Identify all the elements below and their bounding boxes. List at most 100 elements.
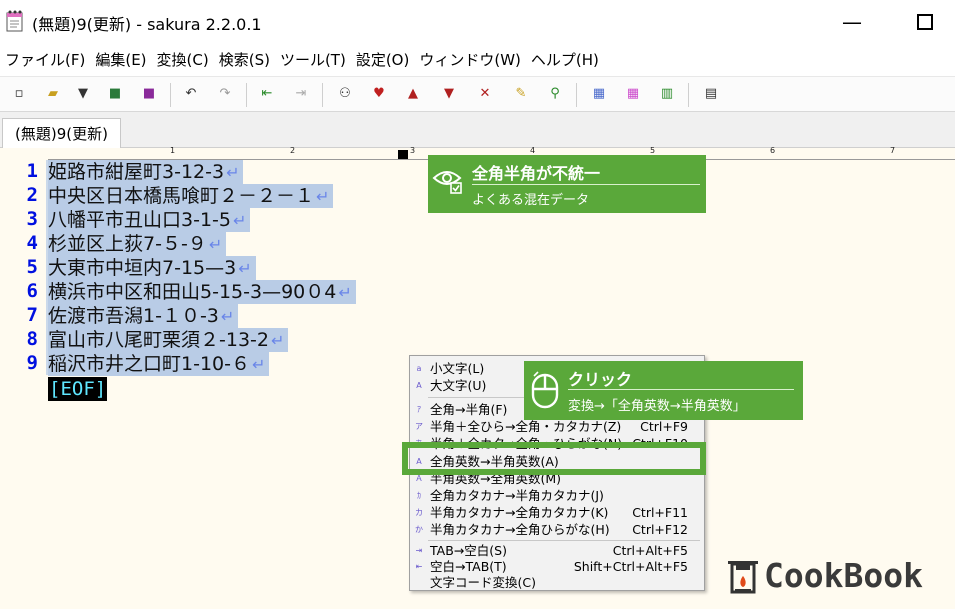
menu-help[interactable]: ヘルプ(H) <box>526 46 604 72</box>
click-callout: クリック 変換→「全角英数→半角英数」 <box>524 361 803 420</box>
line-text: 八幡平市丑山口3-1-5 <box>48 209 231 231</box>
line-number: 5 <box>26 256 38 278</box>
cookbook-pot-icon <box>728 561 758 594</box>
line-text: 富山市八尾町栗須２-13-2 <box>48 329 269 351</box>
eol-mark: ↵ <box>220 307 235 326</box>
to-katakana-icon: ア <box>415 422 423 431</box>
text-line[interactable]: 中央区日本橋馬喰町２－２－１ ↵ <box>48 184 334 208</box>
menu-item-tab-to-space[interactable]: ⇥ TAB→空白(S) Ctrl+Alt+F5 <box>410 542 704 559</box>
lowercase-icon: a <box>416 364 422 373</box>
line-number: 4 <box>26 232 38 254</box>
eol-mark: ↵ <box>270 331 285 350</box>
issue-callout: 全角半角が不統一 よくある混在データ <box>428 155 706 213</box>
menu-item-charcode-convert[interactable]: 文字コード変換(C) <box>410 574 704 591</box>
jump-forward-icon[interactable]: ⇥ <box>292 85 310 103</box>
ruler-label: 5 <box>650 146 656 155</box>
kata-to-hiragana-icon: か <box>415 525 423 534</box>
line-text: 佐渡市吾潟1-１０-3 <box>48 305 219 327</box>
find-mark-icon[interactable]: ✎ <box>512 85 530 103</box>
menu-search[interactable]: 検索(S) <box>214 46 275 72</box>
line-number: 2 <box>26 184 38 206</box>
menu-edit[interactable]: 編集(E) <box>90 46 151 72</box>
toolbar-separator <box>170 83 171 107</box>
grep-icon[interactable]: ⚲ <box>546 85 564 103</box>
mouse-icon <box>531 371 559 409</box>
line-number: 8 <box>26 328 38 350</box>
callout-title: クリック <box>568 370 633 389</box>
line-text: 横浜市中区和田山5-15-3—90０4 <box>48 281 337 303</box>
text-line[interactable]: 横浜市中区和田山5-15-3—90０4 ↵ <box>48 280 356 304</box>
toolbar-separator <box>322 83 323 107</box>
menu-file[interactable]: ファイル(F) <box>0 46 90 72</box>
menu-window[interactable]: ウィンドウ(W) <box>414 46 526 72</box>
line-number: 7 <box>26 304 38 326</box>
target-item-highlight <box>402 442 706 475</box>
callout-subtitle: 変換→「全角英数→半角英数」 <box>568 399 746 414</box>
line-text: 杉並区上荻7-５-９ <box>48 233 207 255</box>
ruler-label: 3 <box>410 146 416 155</box>
eol-mark: ↵ <box>238 259 252 278</box>
menu-convert[interactable]: 変換(C) <box>152 46 214 72</box>
line-text: 中央区日本橋馬喰町２－２－１ <box>48 185 315 207</box>
open-file-icon[interactable]: ▰ <box>44 85 62 103</box>
line-number: 3 <box>26 208 38 230</box>
maximize-button[interactable] <box>904 6 944 38</box>
text-line[interactable]: 八幡平市丑山口3-1-5 ↵ <box>48 208 251 232</box>
callout-subtitle: よくある混在データ <box>472 193 590 208</box>
text-line[interactable]: 大東市中垣内7-15—3 ↵ <box>48 256 256 280</box>
menu-bar: ファイル(F) 編集(E) 変換(C) 検索(S) ツール(T) 設定(O) ウ… <box>0 46 955 72</box>
kata-to-full-icon: カ <box>415 508 423 517</box>
line-number-gutter: 1 2 3 4 5 6 7 8 9 <box>0 160 46 609</box>
menu-item-half-kata-to-full[interactable]: カ半角カタカナ→全角カタカナ(K) Ctrl+F11 <box>410 504 704 521</box>
minimize-icon: — <box>842 10 862 34</box>
save-all-icon[interactable]: ■ <box>140 85 158 103</box>
redo-icon[interactable]: ↷ <box>216 85 234 103</box>
save-icon[interactable]: ■ <box>106 85 124 103</box>
menu-settings[interactable]: 設定(O) <box>351 46 415 72</box>
menu-item-space-to-tab[interactable]: ⇤ 空白→TAB(T) Shift+Ctrl+Alt+F5 <box>410 558 704 575</box>
settings-icon[interactable]: ▤ <box>702 85 720 103</box>
callout-divider <box>568 389 794 390</box>
maximize-icon <box>917 14 933 30</box>
space-to-tab-icon: ⇤ <box>415 562 423 571</box>
eol-mark: ↵ <box>208 235 223 254</box>
find-next-icon[interactable]: ▼ <box>440 85 458 103</box>
tab-strip: (無題)9(更新) <box>0 112 955 149</box>
jump-back-icon[interactable]: ⇤ <box>258 85 276 103</box>
alnum-to-full-icon: Ａ <box>415 474 423 483</box>
menu-item-full-kata-to-half[interactable]: ｶ全角カタカナ→半角カタカナ(J) <box>410 487 704 504</box>
clear-find-icon[interactable]: ✕ <box>476 85 494 103</box>
find-heart-icon[interactable]: ♥ <box>370 85 388 103</box>
line-text: 稲沢市井之口町1-10-６ <box>48 353 250 375</box>
toolbar-separator <box>576 83 577 107</box>
compare-icon[interactable]: ▦ <box>590 85 608 103</box>
eol-mark: ↵ <box>232 211 247 230</box>
sakura-app-icon <box>6 10 23 32</box>
text-line[interactable]: 佐渡市吾潟1-１０-3 ↵ <box>48 304 239 328</box>
callout-divider <box>472 184 700 185</box>
text-line[interactable]: 杉並区上荻7-５-９ ↵ <box>48 232 227 256</box>
split-icon[interactable]: ▥ <box>658 85 676 103</box>
text-line[interactable]: 姫路市紺屋町3-12-3 ↵ <box>48 160 244 184</box>
tab-document[interactable]: (無題)9(更新) <box>2 118 121 149</box>
new-file-icon[interactable]: ▫ <box>10 85 28 103</box>
window-title: (無題)9(更新) - sakura 2.2.0.1 <box>32 15 262 34</box>
line-number: 1 <box>26 160 38 182</box>
outline-icon[interactable]: ▦ <box>624 85 642 103</box>
dropdown-arrow-icon[interactable]: ▼ <box>74 85 92 103</box>
menu-tools[interactable]: ツール(T) <box>275 46 351 72</box>
menu-item-half-kata-to-hiragana[interactable]: か半角カタカナ→全角ひらがな(H) Ctrl+F12 <box>410 521 704 538</box>
cookbook-logo: CookBook <box>726 556 948 600</box>
menu-separator <box>428 540 700 541</box>
text-line[interactable]: 富山市八尾町栗須２-13-2 ↵ <box>48 328 289 352</box>
undo-icon[interactable]: ↶ <box>182 85 200 103</box>
line-text: 姫路市紺屋町3-12-3 <box>48 161 225 183</box>
minimize-button[interactable]: — <box>832 6 872 38</box>
find-icon[interactable]: ⚇ <box>336 85 354 103</box>
menu-item-to-full-katakana[interactable]: ア半角＋全ひら→全角・カタカナ(Z) Ctrl+F9 <box>410 418 704 435</box>
eye-check-icon <box>432 171 462 194</box>
text-line[interactable]: 稲沢市井之口町1-10-６ ↵ <box>48 352 270 376</box>
find-prev-icon[interactable]: ▲ <box>404 85 422 103</box>
ruler-label: 6 <box>770 146 776 155</box>
eol-mark: ↵ <box>338 283 352 302</box>
